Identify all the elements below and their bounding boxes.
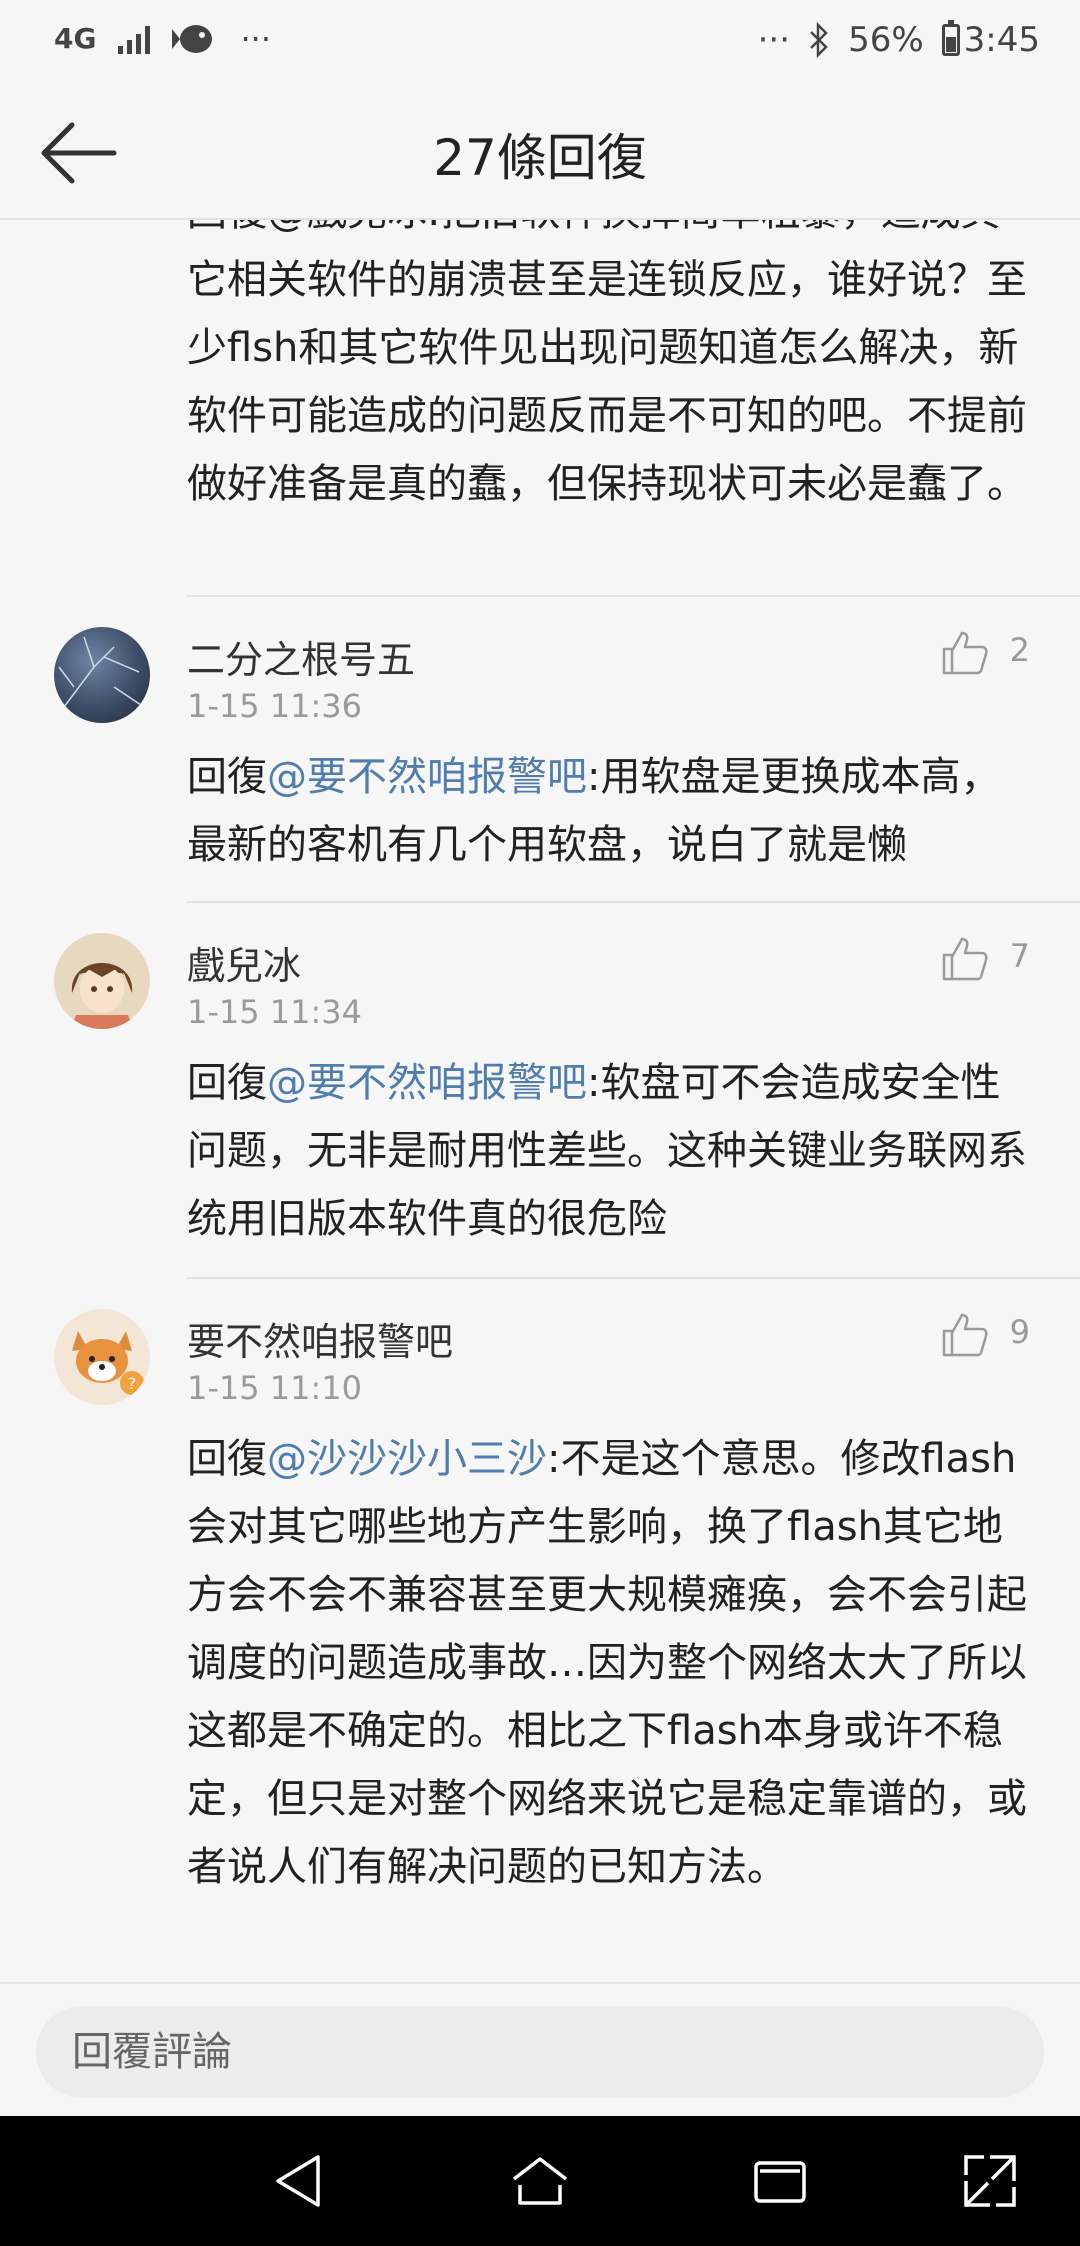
comment-author[interactable]: 戲兒冰 (187, 935, 301, 990)
reply-comment-input[interactable]: 回覆評論 (36, 2006, 1044, 2098)
triangle-back-icon[interactable] (268, 2151, 328, 2211)
like-count: 9 (1009, 1313, 1030, 1351)
avatar[interactable] (54, 933, 150, 1029)
thumbs-up-icon[interactable] (940, 933, 990, 983)
fish-icon (172, 25, 213, 53)
reply-prefix: 回復 (187, 1436, 267, 1482)
mention-link[interactable]: @沙沙沙小三沙 (267, 1436, 547, 1482)
thumbs-up-icon[interactable] (940, 1309, 990, 1359)
comment-text: 回復@要不然咱报警吧:软盘可不会造成安全性问题，无非是耐用性差些。这种关键业务联… (187, 1049, 1037, 1253)
like-count: 2 (1009, 631, 1030, 669)
previous-comment-text: 回復@戲兒冰:把旧软件换掉简单粗暴，造成其它相关软件的崩溃甚至是连锁反应，谁好说… (187, 190, 1027, 507)
mention-link[interactable]: @要不然咱报警吧 (267, 1060, 587, 1106)
bluetooth-icon (810, 22, 828, 58)
divider (187, 901, 1080, 903)
signal-icon (118, 24, 151, 54)
thumbs-up-icon[interactable] (940, 627, 990, 677)
header: 27條回復 (0, 88, 1080, 220)
comment-text: 回復@要不然咱报警吧:用软盘是更换成本高，最新的客机有几个用软盘，说白了就是懒 (187, 743, 1037, 879)
network-indicator: 4G (54, 25, 96, 53)
page-title: 27條回復 (433, 129, 647, 187)
expand-icon[interactable] (960, 2151, 1020, 2211)
more-notifications: ··· (240, 20, 271, 58)
battery-icon (941, 20, 960, 56)
comment-author[interactable]: 要不然咱报警吧 (187, 1311, 453, 1366)
more-indicators: ··· (757, 20, 791, 60)
mention-link[interactable]: @要不然咱报警吧 (267, 754, 587, 800)
avatar[interactable] (54, 627, 150, 723)
like-count: 7 (1009, 937, 1030, 975)
status-bar: 4G ··· ··· 56% 3:45 (0, 0, 1080, 88)
divider (187, 595, 1080, 597)
recents-icon[interactable] (750, 2151, 810, 2211)
svg-text:?: ? (128, 1374, 137, 1393)
comment-text: 回復@沙沙沙小三沙:不是这个意思。修改flash会对其它哪些地方产生影响，换了f… (187, 1425, 1037, 1901)
comment-time: 1-15 11:36 (187, 687, 363, 725)
home-icon[interactable] (510, 2151, 570, 2211)
comment-time: 1-15 11:34 (187, 993, 363, 1031)
network-label: 4G (54, 22, 97, 55)
battery-percent: 56% (848, 20, 924, 60)
reply-bar: 回覆評論 (0, 1982, 1080, 2118)
status-left: 4G ··· (54, 20, 271, 58)
comment-author[interactable]: 二分之根号五 (187, 629, 415, 684)
reply-prefix: 回復 (187, 754, 267, 800)
status-right: ··· 56% 3:45 (758, 20, 1040, 60)
comment-list[interactable]: 回復@戲兒冰:把旧软件换掉简单粗暴，造成其它相关软件的崩溃甚至是连锁反应，谁好说… (0, 190, 1080, 1982)
comment-body: :不是这个意思。修改flash会对其它哪些地方产生影响，换了flash其它地方会… (187, 1436, 1027, 1890)
avatar[interactable]: ? (54, 1309, 150, 1405)
comment-time: 1-15 11:10 (187, 1369, 363, 1407)
system-nav-bar (0, 2116, 1080, 2246)
clock: 3:45 (963, 20, 1040, 60)
reply-prefix: 回復 (187, 1060, 267, 1106)
divider (187, 1277, 1080, 1279)
